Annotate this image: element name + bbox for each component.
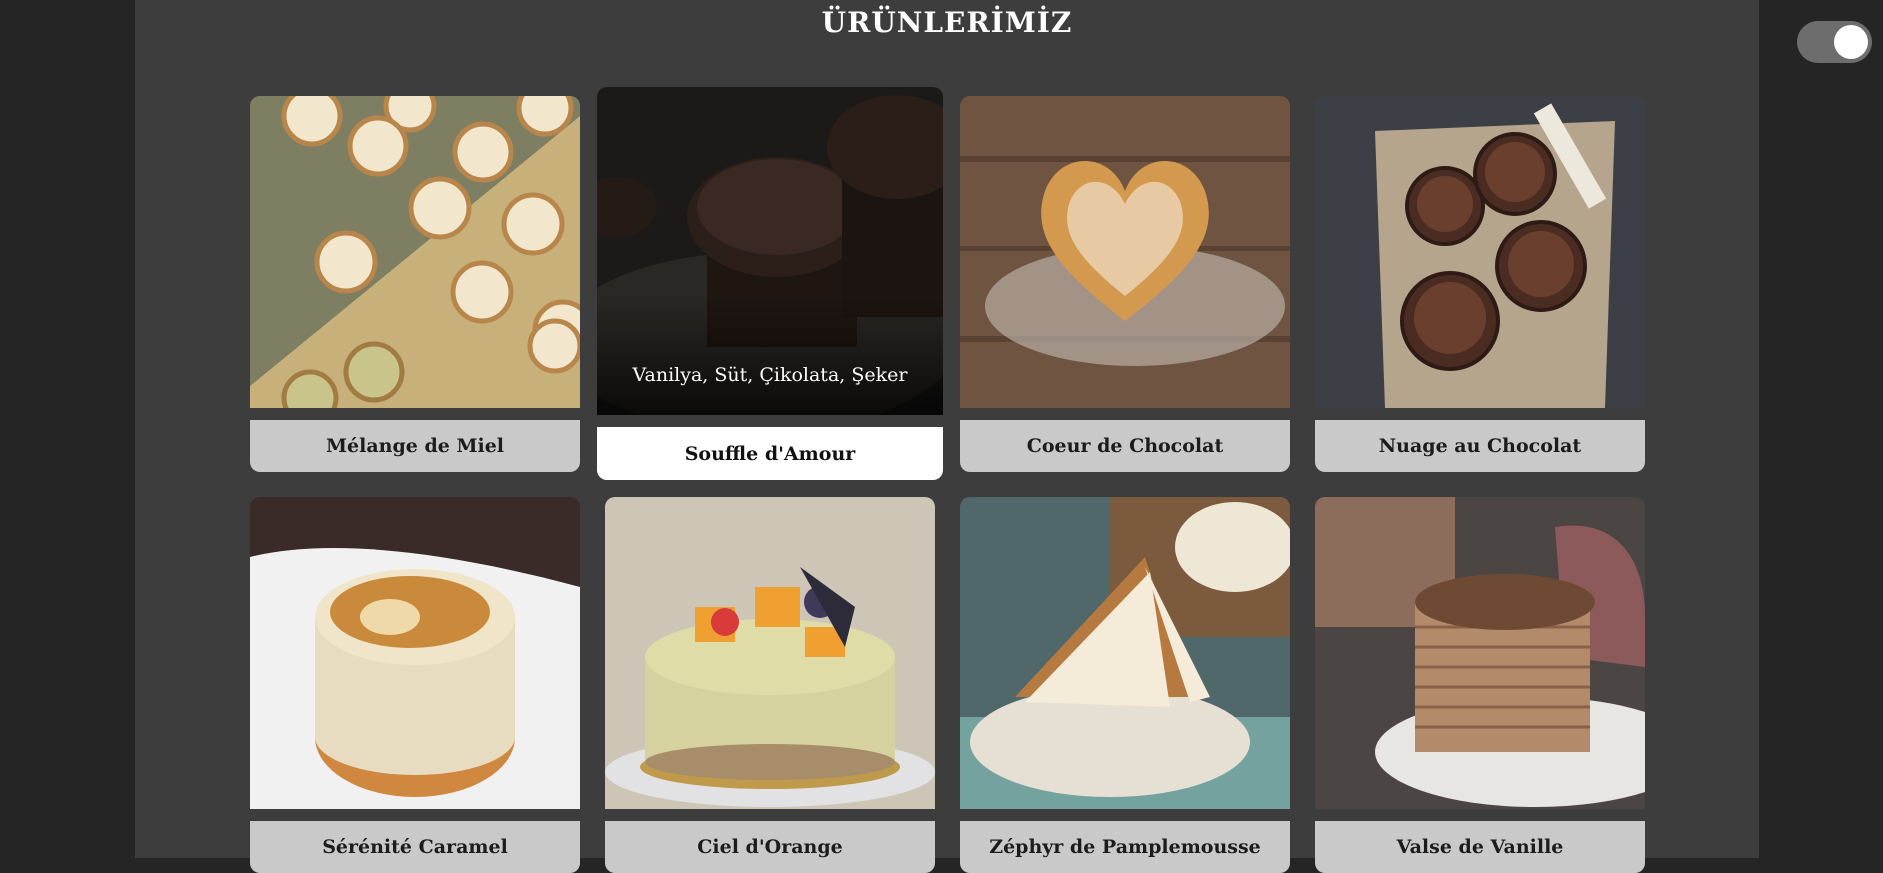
products-panel: ÜRÜNLERİMİZ Mélange de Miel Vanilya, Süt… <box>135 0 1759 873</box>
caramel-tart-image <box>250 497 580 809</box>
carrot-cake-image <box>960 497 1290 809</box>
product-name: Valse de Vanille <box>1315 821 1645 873</box>
product-name: Coeur de Chocolat <box>960 420 1290 472</box>
honey-tartlets-image <box>250 96 580 408</box>
product-card-zephyr-de-pamplemousse[interactable]: Zéphyr de Pamplemousse <box>960 497 1290 873</box>
chocolate-cakes-image <box>1315 96 1645 408</box>
product-name: Sérénité Caramel <box>250 821 580 873</box>
ingredients-overlay: Vanilya, Süt, Çikolata, Şeker <box>597 295 943 415</box>
product-name: Souffle d'Amour <box>597 427 943 480</box>
heart-pastry-image <box>960 96 1290 408</box>
product-name: Ciel d'Orange <box>605 821 935 873</box>
product-card-nuage-au-chocolat[interactable]: Nuage au Chocolat <box>1315 96 1645 472</box>
chocolate-souffle-image: Vanilya, Süt, Çikolata, Şeker <box>597 87 943 415</box>
product-card-souffle-d-amour[interactable]: Vanilya, Süt, Çikolata, Şeker Souffle d'… <box>597 87 943 480</box>
theme-toggle[interactable] <box>1797 21 1872 63</box>
crepe-cake-image <box>1315 497 1645 809</box>
page-title: ÜRÜNLERİMİZ <box>821 6 1073 39</box>
toggle-knob <box>1834 25 1868 59</box>
product-name: Zéphyr de Pamplemousse <box>960 821 1290 873</box>
product-card-valse-de-vanille[interactable]: Valse de Vanille <box>1315 497 1645 873</box>
product-card-coeur-de-chocolat[interactable]: Coeur de Chocolat <box>960 96 1290 472</box>
product-name: Nuage au Chocolat <box>1315 420 1645 472</box>
product-name: Mélange de Miel <box>250 420 580 472</box>
fruit-cheesecake-image <box>605 497 935 809</box>
product-card-ciel-d-orange[interactable]: Ciel d'Orange <box>605 497 935 873</box>
product-card-serenite-caramel[interactable]: Sérénité Caramel <box>250 497 580 873</box>
product-card-melange-de-miel[interactable]: Mélange de Miel <box>250 96 580 472</box>
